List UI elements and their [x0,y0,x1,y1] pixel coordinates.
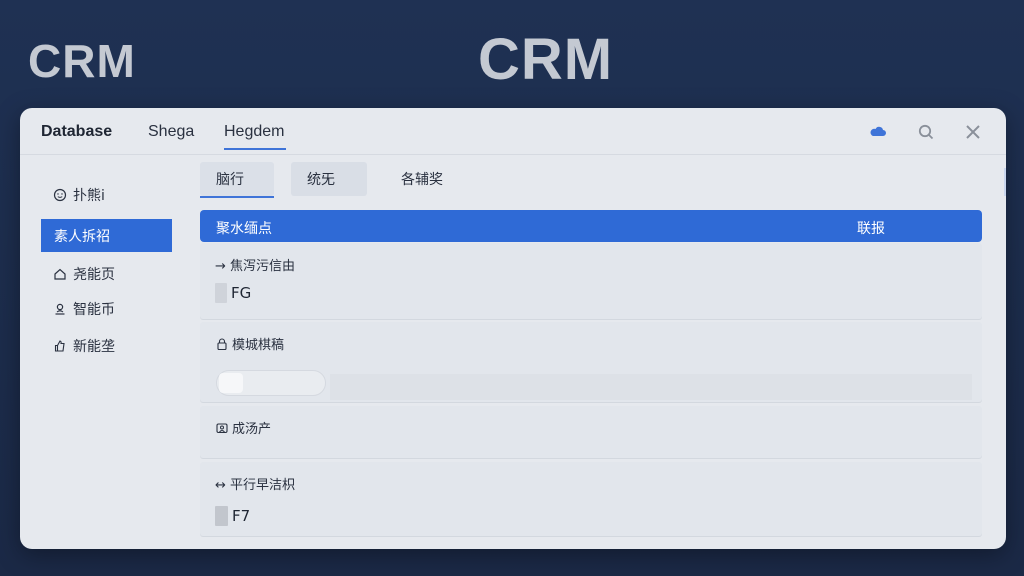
tab-1[interactable]: 脑行 [200,162,274,198]
sidebar-item-2[interactable]: 素人拆祒 [41,219,172,252]
toggle-slider[interactable] [216,370,326,396]
nav-item-hegdem[interactable]: Hegdem [224,123,287,150]
nav-item-shega[interactable]: Shega [148,123,194,141]
field-label: 成汤产 [215,418,271,437]
user-pin-icon [55,303,65,315]
sidebar-item-label: 新能垄 [73,338,115,355]
sidebar-item-4[interactable]: 智能币 [41,292,172,325]
tab-3[interactable]: 各辅奖 [385,162,465,196]
sidebar-item-5[interactable]: 新能垄 [41,329,172,362]
table-header-col2: 联报 [857,221,885,237]
field-value[interactable]: FG [215,283,251,303]
cloud-icon[interactable] [868,122,888,142]
tab-2[interactable]: 统旡 [291,162,367,196]
field-card-4: ↔ 平行早洁枳 F7 [200,462,982,536]
sidebar-item-label: 素人拆祒 [54,228,110,245]
lock-icon [217,337,227,350]
top-bar: Database Shega Hegdem [20,108,1006,155]
sidebar-item-label: 尧能页 [73,266,115,283]
field-card-3: 成汤产 [200,406,982,458]
field-value[interactable]: F7 [215,506,250,526]
sidebar-item-1[interactable]: 扑熊i [41,178,172,211]
home-icon [54,268,66,280]
slider-thumb[interactable] [219,373,243,393]
field-label: 模城棋稿 [215,334,284,353]
scroll-indicator [1004,168,1006,196]
field-label: ↔ 平行早洁枳 [215,478,296,493]
face-icon [53,188,67,201]
contact-card-icon [216,422,228,433]
table-header-col1: 聚水缅点 [216,221,272,237]
color-swatch [215,506,228,526]
sidebar-item-3[interactable]: 尧能页 [41,257,172,290]
brand-logo-large: CRM [478,27,614,92]
brand-logo-small: CRM [28,35,136,87]
close-icon[interactable] [963,122,983,142]
table-header: 聚水缅点 联报 [200,210,982,242]
input-background [330,374,972,400]
sidebar-item-label: 扑熊i [73,187,105,204]
field-card-2: 模城棋稿 [200,322,982,402]
thumbs-up-icon [54,339,65,352]
search-icon[interactable] [916,122,936,142]
field-label: → 焦泻污信由 [215,259,296,274]
sidebar: 扑熊i 素人拆祒 尧能页 智能币 新能垄 [20,156,190,549]
color-swatch [215,283,227,303]
app-title: Database [41,123,113,140]
app-window: Database Shega Hegdem 扑熊i 素人拆祒 尧能页 智能币 新… [20,108,1006,549]
sidebar-item-label: 智能币 [73,301,115,318]
field-card-1: → 焦泻污信由 FG [200,243,982,319]
